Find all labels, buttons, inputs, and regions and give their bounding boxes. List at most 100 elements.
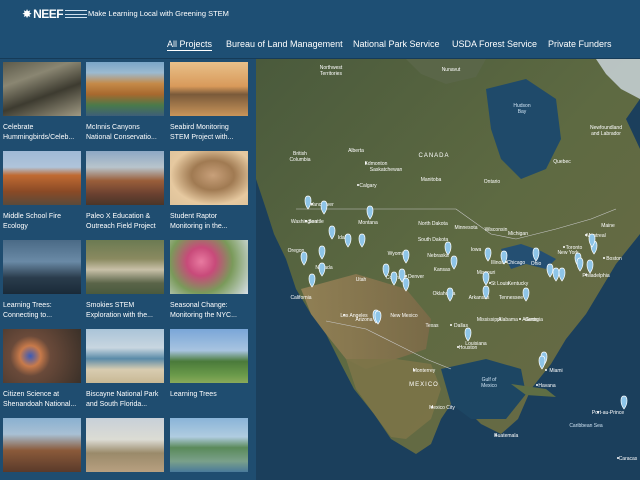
project-card[interactable]: Smokies STEM Exploration with the... [86,240,164,323]
city-dot [405,275,407,277]
city-label: Caracas [619,456,638,462]
province-label: Nunavut [442,67,461,73]
project-title[interactable]: Seasonal Change: Monitoring the NYC... [170,301,248,323]
city-dot [450,324,452,326]
state-label: Michigan [508,231,528,237]
state-label: Texas [425,323,439,329]
project-thumbnail[interactable] [86,151,164,205]
project-title[interactable]: Citizen Science at Shenandoah National..… [3,390,81,412]
state-label: Alabama [498,317,518,323]
province-label: Alberta [348,148,364,154]
state-label: New Mexico [390,313,417,319]
logo-star-icon: ✸ [22,7,33,21]
project-thumbnail[interactable] [86,62,164,116]
project-thumbnail[interactable] [3,151,81,205]
city-label: Calgary [359,183,377,189]
project-thumbnail[interactable] [3,329,81,383]
city-label: Philadelphia [582,273,609,279]
project-card[interactable]: Seabird Monitoring STEM Project with... [170,62,248,145]
state-label: Kentucky [508,281,529,287]
project-thumbnail[interactable] [3,240,81,294]
project-title[interactable]: Biscayne National Park and South Florida… [86,390,164,412]
state-label: Mississippi [477,317,501,323]
city-label: Dallas [454,323,468,329]
nav-usda-forest-service[interactable]: USDA Forest Service [452,38,537,50]
project-thumbnail[interactable] [3,418,81,472]
project-card[interactable]: Learning Trees [170,329,248,412]
project-thumbnail[interactable] [170,329,248,383]
city-label: Miami [549,368,562,374]
province-label: Quebec [553,159,571,165]
project-title[interactable]: Smokies STEM Exploration with the... [86,301,164,323]
project-title[interactable]: Paleo X Education & Outreach Field Proje… [86,212,164,234]
site-tagline: Make Learning Local with Greening STEM [88,9,229,18]
logo-subtext-lines [65,10,88,18]
app-root: ✸ NEEF Make Learning Local with Greening… [0,0,640,480]
province-label: Newfoundland and Labrador [590,125,622,137]
nav-national-park-service[interactable]: National Park Service [353,38,440,50]
state-label: North Dakota [418,221,448,227]
project-title[interactable]: Student Raptor Monitoring in the... [170,212,248,234]
project-thumbnail[interactable] [86,240,164,294]
neef-logo[interactable]: ✸ NEEF [22,7,88,21]
project-thumbnail[interactable] [86,418,164,472]
project-title[interactable]: Middle School Fire Ecology [3,212,81,234]
nav-bureau-of-land-management[interactable]: Bureau of Land Management [226,38,343,50]
project-grid: Celebrate Hummingbirds/Celeb... McInnis C… [0,59,256,480]
city-label: Toronto [566,245,583,251]
project-card[interactable] [3,418,81,480]
logo-text: NEEF [33,7,64,21]
state-label: South Dakota [418,237,449,243]
project-card[interactable]: Celebrate Hummingbirds/Celeb... [3,62,81,145]
city-dot [603,257,605,259]
project-card[interactable]: Student Raptor Monitoring in the... [170,151,248,234]
city-label: Havana [538,383,555,389]
project-thumbnail[interactable] [170,418,248,472]
state-label: Ohio [531,261,542,267]
city-label: Denver [408,274,424,280]
project-title[interactable]: Celebrate Hummingbirds/Celeb... [3,123,81,145]
project-thumbnail[interactable] [170,240,248,294]
province-label: Saskatchewan [370,167,403,173]
project-thumbnail[interactable] [170,151,248,205]
project-card[interactable]: Citizen Science at Shenandoah National..… [3,329,81,412]
country-label: MEXICO [409,382,439,388]
nav-all-projects[interactable]: All Projects [167,38,213,51]
province-label: Northwest Territories [320,65,343,77]
project-card[interactable]: Paleo X Education & Outreach Field Proje… [86,151,164,234]
water-label: Gulf of Mexico [481,377,497,389]
state-label: California [290,295,311,301]
state-label: Maine [601,223,615,229]
project-title[interactable]: Learning Trees [170,390,248,412]
project-thumbnail[interactable] [170,62,248,116]
funder-nav: All Projects Bureau of Land Management N… [0,38,640,52]
city-dot [545,369,547,371]
city-label: St Louis [491,281,510,287]
project-card[interactable]: McInnis Canyons National Conservatio... [86,62,164,145]
project-card[interactable] [86,418,164,480]
header: ✸ NEEF Make Learning Local with Greening… [0,0,640,58]
city-label: Mexico City [429,405,455,411]
nav-private-funders[interactable]: Private Funders [548,38,612,50]
province-label: Manitoba [421,177,442,183]
project-card[interactable] [170,418,248,480]
city-dot [519,318,521,320]
city-label: Edmonton [365,161,388,167]
state-label: Montana [358,220,378,226]
project-thumbnail[interactable] [3,62,81,116]
project-title[interactable]: McInnis Canyons National Conservatio... [86,123,164,145]
map-canvas[interactable]: CANADA MEXICO Northwest Territories Nunavut B… [256,59,640,480]
project-title[interactable]: Learning Trees: Connecting to... [3,301,81,323]
project-card[interactable]: Learning Trees: Connecting to... [3,240,81,323]
project-card[interactable]: Seasonal Change: Monitoring the NYC... [170,240,248,323]
state-label: Utah [356,277,367,283]
city-label: Los Angeles [340,313,368,319]
project-map[interactable]: CANADA MEXICO Northwest Territories Nunavut B… [256,59,640,480]
city-label: Houston [459,345,478,351]
project-title[interactable]: Seabird Monitoring STEM Project with... [170,123,248,145]
project-card[interactable]: Biscayne National Park and South Florida… [86,329,164,412]
state-label: Iowa [471,247,482,253]
project-card[interactable]: Middle School Fire Ecology [3,151,81,234]
city-label: Atlanta [522,317,538,323]
project-thumbnail[interactable] [86,329,164,383]
